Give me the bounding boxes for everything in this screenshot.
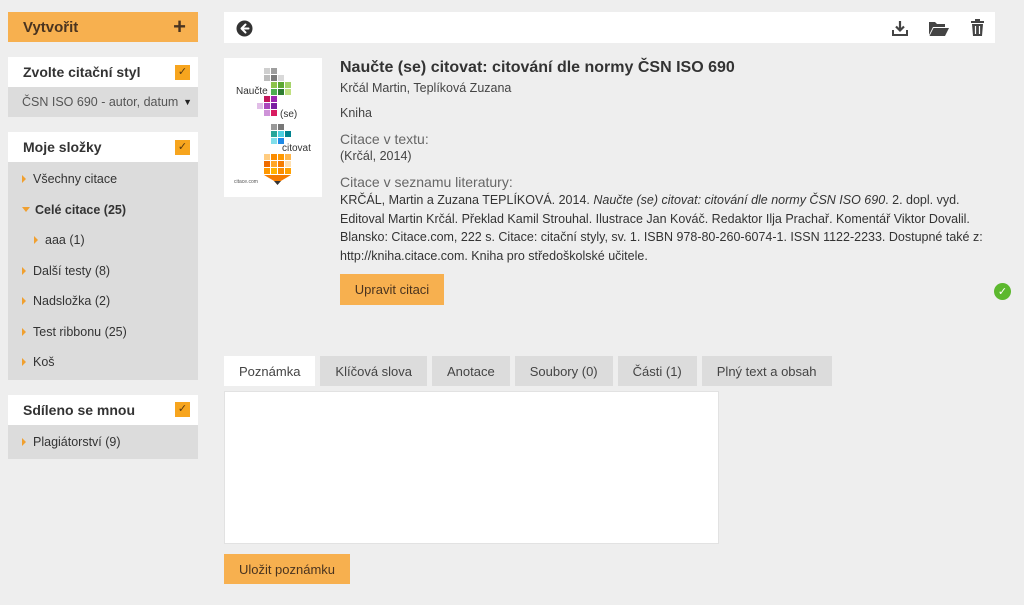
- collapse-toggle-icon[interactable]: ✓: [175, 64, 190, 80]
- detail-tabs: Poznámka Klíčová slova Anotace Soubory (…: [224, 356, 832, 386]
- biblio-title: Naučte (se) citovat: citování dle normy …: [593, 193, 886, 207]
- folders-title: Moje složky: [23, 139, 102, 155]
- folder-label: Plagiátorství (9): [33, 434, 121, 449]
- folder-item-ribbon-test[interactable]: Test ribbonu (25): [8, 317, 198, 348]
- folder-label: aaa (1): [45, 233, 85, 248]
- cover-word-3: citovat: [282, 143, 311, 154]
- folder-open-icon[interactable]: [927, 18, 951, 38]
- folder-item-complete[interactable]: Celé citace (25): [8, 195, 198, 226]
- check-circle-icon: ✓: [994, 283, 1011, 300]
- biblio-authors: KRČÁL, Martin a Zuzana TEPLÍKOVÁ. 2014.: [340, 193, 594, 207]
- folders-panel: Moje složky ✓ Všechny citace Celé citace…: [8, 132, 198, 380]
- citation-style-select[interactable]: ČSN ISO 690 - autor, datum ▼: [8, 87, 198, 117]
- note-textarea[interactable]: [224, 391, 719, 544]
- expand-arrow-icon: [34, 236, 38, 245]
- book-cover-art: [257, 68, 291, 185]
- tab-parts[interactable]: Části (1): [617, 356, 697, 386]
- sidebar: Vytvořit + Zvolte citační styl ✓ ČSN ISO…: [8, 12, 198, 459]
- tab-files[interactable]: Soubory (0): [514, 356, 613, 386]
- citation-style-panel: Zvolte citační styl ✓ ČSN ISO 690 - auto…: [8, 57, 198, 117]
- folder-item-other-tests[interactable]: Další testy (8): [8, 256, 198, 287]
- citation-style-value: ČSN ISO 690 - autor, datum: [22, 95, 179, 109]
- expand-arrow-icon: [22, 266, 26, 275]
- trash-icon[interactable]: [967, 18, 987, 38]
- book-cover: Naučte (se) citovat citace.com: [224, 58, 322, 197]
- expand-arrow-icon: [22, 175, 26, 184]
- tab-keywords[interactable]: Klíčová slova: [320, 356, 428, 386]
- folder-label: Všechny citace: [33, 172, 118, 187]
- folder-label: Test ribbonu (25): [33, 324, 127, 339]
- expand-arrow-icon: [22, 327, 26, 336]
- save-note-button[interactable]: Uložit poznámku: [224, 554, 350, 584]
- shared-header[interactable]: Sdíleno se mnou ✓: [8, 394, 198, 425]
- folder-item-aaa[interactable]: aaa (1): [8, 225, 198, 256]
- collapse-toggle-icon[interactable]: ✓: [175, 139, 190, 155]
- edit-citation-button[interactable]: Upravit citaci: [340, 274, 444, 305]
- folder-item-trash[interactable]: Koš: [8, 347, 198, 378]
- citation-info: Naučte (se) citovat: citování dle normy …: [340, 58, 1000, 305]
- book-authors: Krčál Martin, Teplíková Zuzana: [340, 81, 512, 95]
- detail-toolbar: [224, 12, 995, 43]
- shared-item-plagiarism[interactable]: Plagiátorství (9): [8, 427, 198, 458]
- expand-arrow-icon: [22, 437, 26, 446]
- shared-title: Sdíleno se mnou: [23, 401, 136, 418]
- folder-label: Nadsložka (2): [33, 294, 111, 309]
- folder-label: Koš: [33, 355, 55, 370]
- bibliography-citation: KRČÁL, Martin a Zuzana TEPLÍKOVÁ. 2014. …: [340, 191, 1000, 265]
- cover-brand: citace.com: [234, 179, 258, 185]
- create-button[interactable]: Vytvořit +: [8, 12, 198, 42]
- folder-item-all[interactable]: Všechny citace: [8, 164, 198, 195]
- intext-citation: (Krčál, 2014): [340, 149, 412, 163]
- folder-label: Celé citace (25): [35, 202, 127, 217]
- shared-panel: Sdíleno se mnou ✓ Plagiátorství (9): [8, 394, 198, 459]
- citation-style-header[interactable]: Zvolte citační styl ✓: [8, 57, 198, 87]
- plus-icon: +: [173, 14, 186, 39]
- book-title: Naučte (se) citovat: citování dle normy …: [340, 59, 735, 76]
- cover-word-2: (se): [280, 109, 298, 120]
- expand-arrow-icon: [22, 358, 26, 367]
- back-arrow-icon[interactable]: [234, 18, 254, 38]
- tab-annotation[interactable]: Anotace: [432, 356, 510, 386]
- cover-word-1: Naučte: [236, 86, 268, 97]
- book-type: Kniha: [340, 106, 372, 120]
- citation-style-title: Zvolte citační styl: [23, 64, 141, 80]
- intext-label: Citace v textu:: [340, 131, 429, 147]
- create-label: Vytvořit: [23, 18, 79, 36]
- download-icon[interactable]: [890, 18, 910, 38]
- folder-item-parent[interactable]: Nadsložka (2): [8, 286, 198, 317]
- folder-label: Další testy (8): [33, 263, 111, 278]
- collapse-arrow-icon: [22, 207, 30, 213]
- dropdown-caret-icon: ▼: [183, 97, 192, 107]
- expand-arrow-icon: [22, 297, 26, 306]
- tab-fulltext[interactable]: Plný text a obsah: [701, 356, 832, 386]
- tab-note[interactable]: Poznámka: [224, 356, 316, 386]
- folders-header[interactable]: Moje složky ✓: [8, 132, 198, 162]
- collapse-toggle-icon[interactable]: ✓: [175, 402, 190, 417]
- bibliography-label: Citace v seznamu literatury:: [340, 174, 513, 190]
